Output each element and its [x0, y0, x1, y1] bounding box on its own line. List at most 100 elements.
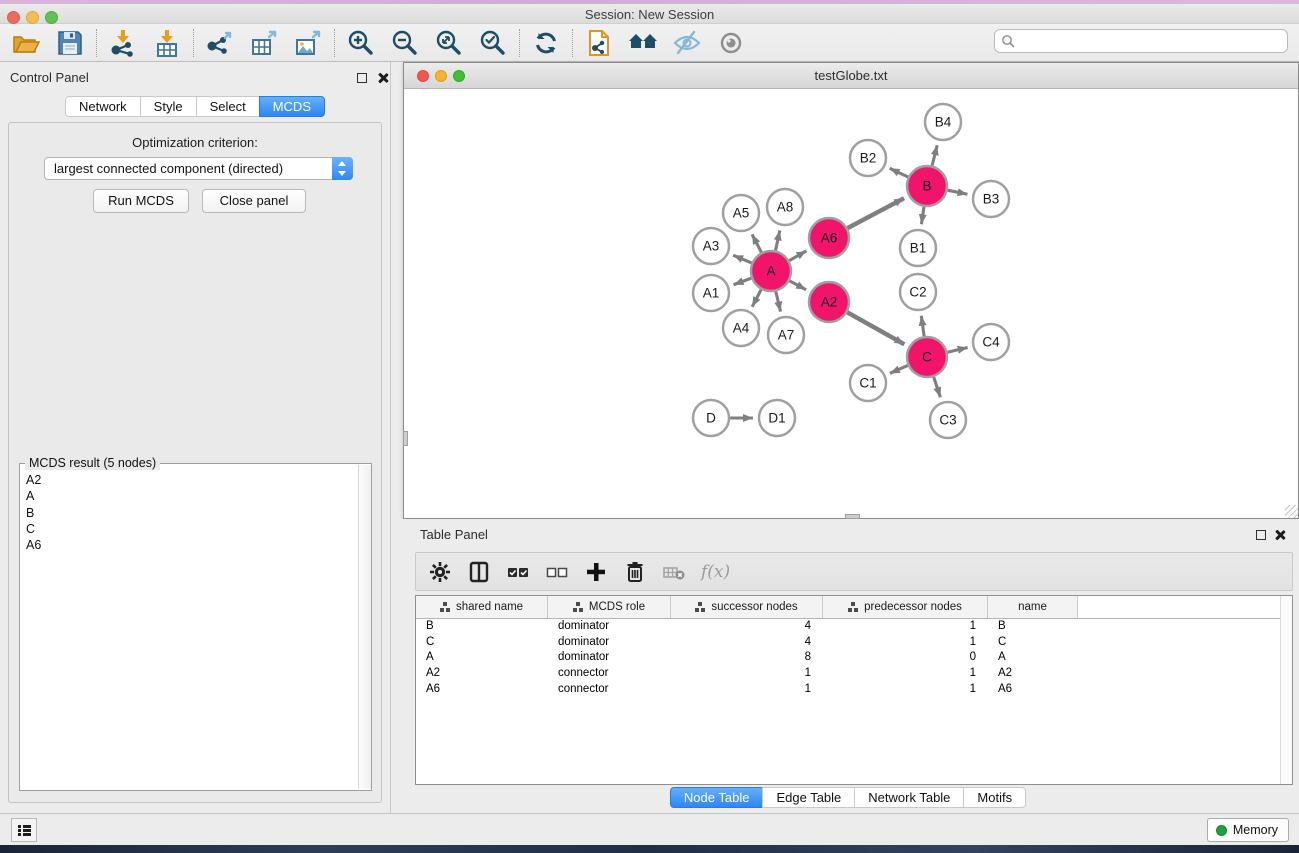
result-item: A [26, 488, 41, 504]
table-cell: A2 [988, 666, 1078, 682]
tab-network[interactable]: Network [65, 96, 141, 117]
zoom-out-icon[interactable] [390, 28, 420, 58]
float-panel-icon[interactable] [1256, 530, 1266, 540]
graph-edge-A-A3[interactable] [733, 255, 751, 263]
network-canvas[interactable]: B4B2BB3B1A5A8A6A3AA1A2C2A4A7C4CC1C3DD1 [404, 89, 1298, 518]
graph-edge-C-C3[interactable] [934, 377, 941, 397]
graph-node-label: A6 [821, 231, 838, 246]
table-tabs: Node TableEdge TableNetwork TableMotifs [397, 787, 1299, 808]
tab-style[interactable]: Style [140, 96, 197, 117]
open-session-icon[interactable] [11, 28, 41, 58]
tab-motifs[interactable]: Motifs [963, 787, 1026, 808]
export-image-icon[interactable] [293, 28, 323, 58]
graph-node-label: C2 [909, 285, 926, 300]
network-window-title: testGlobe.txt [404, 68, 1298, 83]
zoom-in-icon[interactable] [346, 28, 376, 58]
column-type-icon [440, 602, 450, 612]
import-table-icon[interactable] [152, 28, 182, 58]
criterion-select[interactable]: largest connected component (directed) [44, 157, 353, 180]
network-view-window: testGlobe.txt B4B2BB3B1A5A8A6A3AA1A2C2A4… [403, 62, 1299, 519]
graph-node-label: A3 [703, 239, 720, 254]
add-column-icon[interactable] [584, 560, 608, 584]
table-cell: connector [548, 666, 671, 682]
graph-edge-A-A4[interactable] [752, 290, 761, 307]
table-row[interactable]: Bdominator41B [416, 619, 1292, 635]
column-header-predecessor-nodes[interactable]: predecessor nodes [823, 596, 988, 618]
graph-edge-A-A6[interactable] [789, 251, 806, 261]
delete-column-icon[interactable] [623, 560, 647, 584]
network-document-icon[interactable] [584, 28, 614, 58]
deselect-all-icon[interactable] [545, 560, 569, 584]
graph-edge-C-C1[interactable] [890, 365, 908, 373]
table-cell: 4 [671, 619, 823, 635]
table-row[interactable]: Adominator80A [416, 650, 1292, 666]
hide-eye-icon[interactable] [672, 28, 702, 58]
table-panel-header: Table Panel [397, 519, 1299, 549]
table-cell: C [416, 635, 548, 651]
graph-edge-A-A8[interactable] [775, 230, 779, 250]
graph-edge-A-A7[interactable] [776, 291, 781, 311]
graph-edge-B-B4[interactable] [932, 145, 937, 165]
table-row[interactable]: A6connector11A6 [416, 682, 1292, 698]
table-settings-gear-icon[interactable] [428, 560, 452, 584]
task-history-button[interactable] [11, 818, 37, 842]
search-input[interactable] [1015, 31, 1287, 51]
show-columns-icon[interactable] [467, 560, 491, 584]
graph-edge-B-B3[interactable] [948, 190, 968, 194]
run-mcds-button[interactable]: Run MCDS [93, 189, 189, 213]
column-header-successor-nodes[interactable]: successor nodes [671, 596, 823, 618]
table-cell: A [416, 650, 548, 666]
table-row[interactable]: Cdominator41C [416, 635, 1292, 651]
graph-edge-A6-B[interactable] [848, 198, 904, 228]
memory-status-dot [1216, 825, 1227, 836]
mcds-panel: Optimization criterion: largest connecte… [8, 122, 382, 803]
overview-homes-icon[interactable] [628, 28, 658, 58]
zoom-selected-icon[interactable] [478, 28, 508, 58]
export-table-icon[interactable] [249, 28, 279, 58]
table-cell: B [416, 619, 548, 635]
column-header-shared-name[interactable]: shared name [416, 596, 548, 618]
tab-select[interactable]: Select [196, 96, 260, 117]
result-scrollbar[interactable] [358, 465, 371, 789]
close-panel-icon[interactable] [1274, 529, 1286, 541]
tab-mcds[interactable]: MCDS [259, 96, 325, 117]
table-scrollbar[interactable] [1280, 596, 1292, 784]
refresh-icon[interactable] [531, 28, 561, 58]
tab-network-table[interactable]: Network Table [854, 787, 964, 808]
search-field [994, 29, 1288, 53]
graph-node-label: D [706, 411, 716, 426]
graph-edge-C-C4[interactable] [947, 347, 967, 352]
column-header-name[interactable]: name [988, 596, 1078, 618]
select-all-icon[interactable] [506, 560, 530, 584]
show-eye-icon[interactable] [716, 28, 746, 58]
resize-grip[interactable] [1285, 505, 1298, 518]
graph-node-label: A5 [733, 206, 750, 221]
graph-edge-C-C2[interactable] [921, 316, 924, 336]
zoom-fit-icon[interactable] [434, 28, 464, 58]
graph-edge-A2-C[interactable] [847, 312, 904, 344]
splitter-knob-vertical[interactable] [403, 431, 408, 446]
graph-edge-B-B2[interactable] [890, 168, 908, 177]
graph-edge-A-A2[interactable] [790, 281, 807, 290]
network-graph: B4B2BB3B1A5A8A6A3AA1A2C2A4A7C4CC1C3DD1 [404, 89, 1298, 518]
close-panel-icon[interactable] [377, 72, 389, 84]
function-builder-icon[interactable]: f(x) [701, 562, 730, 582]
close-panel-button[interactable]: Close panel [202, 189, 306, 213]
tab-edge-table[interactable]: Edge Table [762, 787, 855, 808]
export-network-icon[interactable] [205, 28, 235, 58]
tab-node-table[interactable]: Node Table [670, 787, 764, 808]
graph-edge-A-A1[interactable] [734, 278, 752, 285]
table-row[interactable]: A2connector11A2 [416, 666, 1292, 682]
save-session-icon[interactable] [55, 28, 85, 58]
graph-node-label: B4 [935, 115, 952, 130]
float-panel-icon[interactable] [357, 73, 367, 83]
graph-edge-A-A5[interactable] [752, 234, 761, 252]
column-header-MCDS-role[interactable]: MCDS role [548, 596, 671, 618]
import-network-icon[interactable] [108, 28, 138, 58]
memory-button[interactable]: Memory [1207, 818, 1289, 842]
graph-edge-B-B1[interactable] [921, 207, 924, 224]
delete-table-icon[interactable] [662, 560, 686, 584]
column-label: shared name [456, 601, 523, 613]
table-cell: dominator [548, 650, 671, 666]
table-cell: 0 [823, 650, 988, 666]
